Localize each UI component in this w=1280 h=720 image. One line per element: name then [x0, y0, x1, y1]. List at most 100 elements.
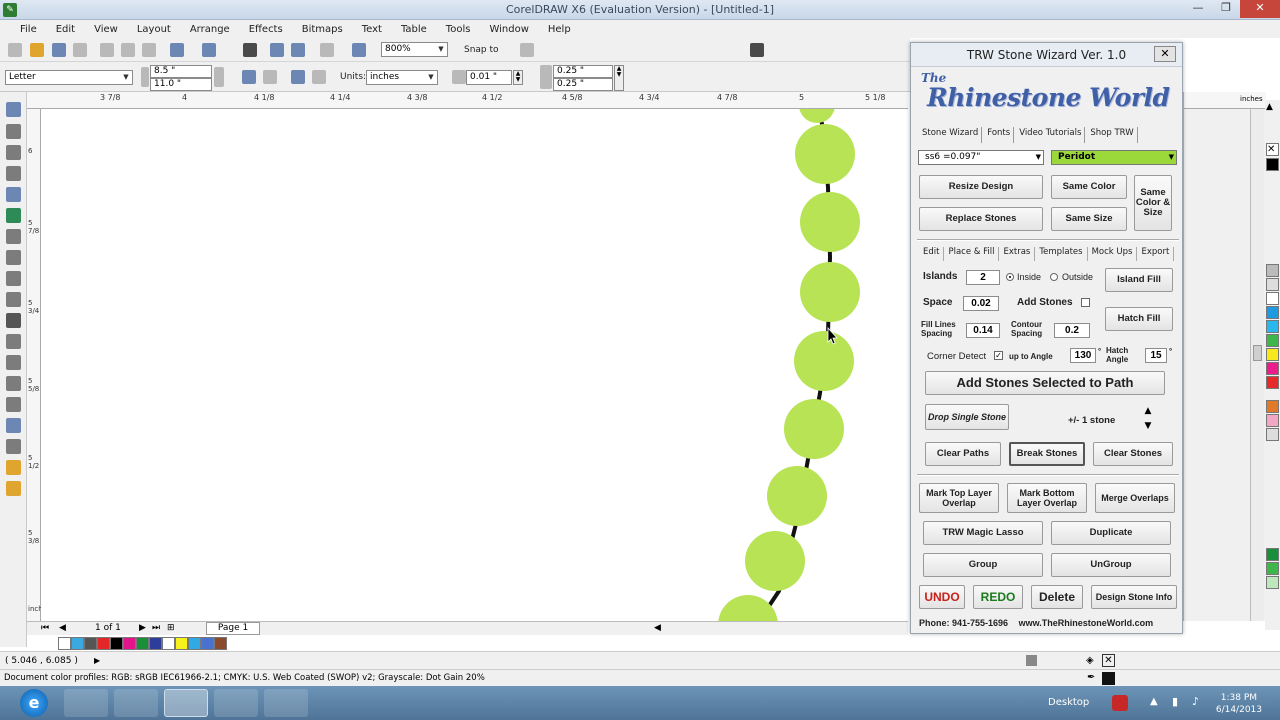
no-color-swatch[interactable]: ✕: [1266, 143, 1279, 156]
polygon-tool-icon[interactable]: [6, 271, 21, 286]
outside-radio[interactable]: [1050, 273, 1058, 281]
menu-bitmaps[interactable]: Bitmaps: [302, 24, 343, 35]
color-swatch[interactable]: [188, 637, 201, 650]
cut-icon[interactable]: [100, 43, 114, 57]
color-swatch[interactable]: [1266, 158, 1279, 171]
nudge-distance-input[interactable]: 0.01 ": [466, 70, 512, 85]
add-page-icon[interactable]: ⊞: [167, 623, 175, 633]
menu-table[interactable]: Table: [401, 24, 427, 35]
menu-help[interactable]: Help: [548, 24, 571, 35]
rectangle-tool-icon[interactable]: [6, 229, 21, 244]
transparency-tool-icon[interactable]: [6, 418, 21, 433]
export-icon[interactable]: [291, 43, 305, 57]
network-icon[interactable]: ▮: [1172, 695, 1178, 708]
hatch-fill-button[interactable]: Hatch Fill: [1105, 307, 1173, 331]
tab-shop-trw[interactable]: Shop TRW: [1087, 127, 1138, 143]
menu-text[interactable]: Text: [362, 24, 382, 35]
color-swatch[interactable]: [84, 637, 97, 650]
add-stones-selected-to-path-button[interactable]: Add Stones Selected to Path: [925, 371, 1165, 395]
connector-tool-icon[interactable]: [6, 376, 21, 391]
stone[interactable]: [799, 109, 835, 123]
rhinestone-world-logo[interactable]: The Rhinestone World: [919, 71, 1177, 121]
coreldraw-taskbar-icon[interactable]: [164, 689, 208, 717]
minimize-button[interactable]: —: [1184, 0, 1212, 18]
footer-website-link[interactable]: www.TheRhinestoneWorld.com: [1019, 618, 1154, 628]
tray-app-icon[interactable]: [1112, 695, 1128, 711]
scroll-left-icon[interactable]: ◀: [654, 623, 661, 633]
open-icon[interactable]: [30, 43, 44, 57]
search-content-icon[interactable]: [243, 43, 257, 57]
inside-radio[interactable]: [1006, 273, 1014, 281]
delete-button[interactable]: Delete: [1031, 585, 1083, 609]
undo-icon[interactable]: [170, 43, 184, 57]
eyedropper-tool-icon[interactable]: [6, 439, 21, 454]
new-document-icon[interactable]: [8, 43, 22, 57]
fill-indicator-icon[interactable]: [1026, 655, 1037, 666]
dimension-tool-icon[interactable]: [6, 355, 21, 370]
blend-tool-icon[interactable]: [6, 397, 21, 412]
next-page-icon[interactable]: ▶: [139, 623, 146, 633]
duplicate-y-input[interactable]: 0.25 ": [553, 78, 613, 91]
replace-stones-button[interactable]: Replace Stones: [919, 207, 1043, 231]
stone-size-select[interactable]: ss6 =0.097" ▼: [918, 150, 1044, 165]
color-swatch[interactable]: [1266, 576, 1279, 589]
increase-stone-arrow-icon[interactable]: ▲: [1135, 404, 1161, 418]
same-size-button[interactable]: Same Size: [1051, 207, 1127, 231]
page-tab[interactable]: Page 1: [206, 622, 260, 635]
stones-group[interactable]: [718, 109, 860, 621]
color-swatch[interactable]: [1266, 292, 1279, 305]
decrease-stone-arrow-icon[interactable]: ▼: [1135, 419, 1161, 433]
color-swatch[interactable]: [97, 637, 110, 650]
duplicate-spinner[interactable]: ▲ ▼: [614, 65, 624, 91]
island-fill-button[interactable]: Island Fill: [1105, 268, 1173, 292]
zoom-tool-icon[interactable]: [6, 166, 21, 181]
scrollbar-thumb[interactable]: [1253, 345, 1262, 361]
copy-icon[interactable]: [121, 43, 135, 57]
document-color-profiles[interactable]: Document color profiles: RGB: sRGB IEC61…: [4, 673, 485, 683]
trw-magic-lasso-button[interactable]: TRW Magic Lasso: [923, 521, 1043, 545]
stone[interactable]: [745, 531, 805, 591]
table-tool-icon[interactable]: [6, 334, 21, 349]
color-swatch[interactable]: [1266, 334, 1279, 347]
file-explorer-icon[interactable]: [64, 689, 108, 717]
space-input[interactable]: 0.02: [963, 296, 999, 311]
color-swatch[interactable]: [1266, 400, 1279, 413]
stone-color-select[interactable]: Peridot ▼: [1051, 150, 1177, 165]
color-swatch[interactable]: [162, 637, 175, 650]
menu-effects[interactable]: Effects: [249, 24, 283, 35]
save-icon[interactable]: [52, 43, 66, 57]
basic-shapes-tool-icon[interactable]: [6, 292, 21, 307]
mark-bottom-layer-overlap-button[interactable]: Mark Bottom Layer Overlap: [1007, 483, 1087, 513]
last-page-icon[interactable]: ⏭: [152, 623, 160, 633]
page-width-input[interactable]: 8.5 ": [150, 65, 212, 78]
color-swatch[interactable]: [136, 637, 149, 650]
nudge-spinner[interactable]: ▲ ▼: [513, 70, 523, 85]
palette-scroll-up-icon[interactable]: ▲: [1266, 102, 1279, 115]
menu-view[interactable]: View: [94, 24, 118, 35]
rhinestone-path-drawing[interactable]: [41, 109, 908, 621]
close-window-button[interactable]: ✕: [1240, 0, 1280, 18]
hatch-angle-input[interactable]: 15: [1145, 348, 1167, 363]
tray-up-arrow-icon[interactable]: ▲: [1150, 696, 1158, 707]
color-swatch[interactable]: [1266, 278, 1279, 291]
add-stones-checkbox[interactable]: [1081, 298, 1090, 307]
current-page-icon[interactable]: [312, 70, 326, 84]
clear-stones-button[interactable]: Clear Stones: [1093, 442, 1173, 466]
portrait-icon[interactable]: [242, 70, 256, 84]
photoshop-icon[interactable]: [114, 689, 158, 717]
merge-overlaps-button[interactable]: Merge Overlaps: [1095, 483, 1175, 513]
subtab-mock-ups[interactable]: Mock Ups: [1088, 247, 1138, 261]
outline-tool-icon[interactable]: [6, 460, 21, 475]
color-swatch[interactable]: [1266, 306, 1279, 319]
app-taskbar-icon[interactable]: [214, 689, 258, 717]
pick-tool-icon[interactable]: [6, 102, 21, 117]
ungroup-button[interactable]: UnGroup: [1051, 553, 1171, 577]
application-launcher-icon[interactable]: [320, 43, 334, 57]
subtab-export[interactable]: Export: [1137, 247, 1175, 261]
stone[interactable]: [795, 124, 855, 184]
color-swatch[interactable]: [1266, 414, 1279, 427]
subtab-templates[interactable]: Templates: [1035, 247, 1088, 261]
outline-color-swatch[interactable]: [1102, 672, 1115, 685]
size-spinner[interactable]: [214, 67, 224, 87]
shape-tool-icon[interactable]: [6, 124, 21, 139]
